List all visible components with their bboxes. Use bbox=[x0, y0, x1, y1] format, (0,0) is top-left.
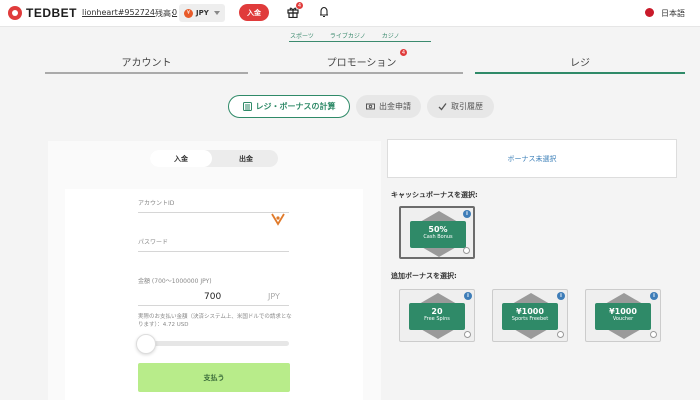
bonus-value: ¥1000 bbox=[516, 307, 544, 316]
bonus-label: Cash Bonus bbox=[423, 234, 453, 240]
additional-bonus-heading: 追加ボーナスを選択: bbox=[391, 272, 457, 280]
vera-john-logo-icon bbox=[271, 213, 285, 226]
deposit-button[interactable]: 入金 bbox=[239, 4, 269, 21]
promotion-count-badge: 4 bbox=[400, 49, 407, 56]
bonus-ticket: ¥1000 Voucher bbox=[595, 303, 651, 330]
bonus-card-cash[interactable]: 50% Cash Bonus i bbox=[399, 206, 475, 259]
bonus-ticket: 50% Cash Bonus bbox=[410, 221, 466, 248]
tab-cashier[interactable]: レジ bbox=[475, 50, 685, 74]
yen-icon: ¥ bbox=[184, 8, 193, 18]
cash-bonus-heading: キャッシュボーナスを選択: bbox=[391, 191, 478, 199]
gift-count-badge: 4 bbox=[296, 2, 303, 9]
bonus-radio[interactable] bbox=[463, 247, 470, 254]
amount-currency: JPY bbox=[268, 292, 280, 301]
info-icon[interactable]: i bbox=[463, 210, 471, 218]
chevron-down-icon bbox=[213, 11, 220, 15]
bonus-card-sports-freebet[interactable]: ¥1000 Sports Freebet i bbox=[492, 289, 568, 342]
cash-icon bbox=[366, 103, 375, 110]
bonus-value: ¥1000 bbox=[609, 307, 637, 316]
bonus-label: Voucher bbox=[612, 316, 634, 322]
bonus-radio[interactable] bbox=[464, 331, 471, 338]
amount-input[interactable]: 700 bbox=[204, 292, 221, 302]
language-selector[interactable]: 日本語 bbox=[661, 8, 685, 19]
password-label: パスワード bbox=[138, 239, 169, 246]
bonus-radio[interactable] bbox=[650, 331, 657, 338]
bonus-label: Free Spins bbox=[424, 316, 450, 322]
sub-navigation: スポーツ ライブカジノ カジノ bbox=[290, 31, 416, 40]
logo-text: TEDBET bbox=[26, 6, 77, 20]
bonus-label: Sports Freebet bbox=[511, 316, 549, 322]
japan-flag-icon[interactable] bbox=[645, 8, 654, 17]
check-icon bbox=[438, 103, 447, 111]
currency-label: JPY bbox=[196, 9, 209, 17]
calculator-icon bbox=[242, 102, 252, 111]
top-header: TEDBET lionheart#952724 残高: 0 ¥ JPY 入金 4… bbox=[0, 0, 700, 27]
bonus-select-box[interactable]: ボーナス未選択 bbox=[387, 139, 677, 178]
toggle-deposit[interactable]: 入金 bbox=[150, 150, 212, 167]
withdraw-request-button[interactable]: 出金申請 bbox=[356, 95, 421, 118]
cashier-calc-button[interactable]: レジ・ボーナスの計算 bbox=[228, 95, 350, 118]
subnav-casino[interactable]: カジノ bbox=[382, 31, 400, 40]
payment-note: 実際のお支払い金額（決済システム上、米国ドルでの請求となります）：4.72 US… bbox=[138, 314, 292, 328]
subnav-underline bbox=[289, 41, 431, 42]
cashier-calc-label: レジ・ボーナスの計算 bbox=[255, 102, 336, 111]
bonus-ticket: ¥1000 Sports Freebet bbox=[502, 303, 558, 330]
amount-label: 金額 (700～1000000 JPY) bbox=[138, 278, 212, 285]
subnav-live-casino[interactable]: ライブカジノ bbox=[330, 31, 366, 40]
currency-select[interactable]: ¥ JPY bbox=[179, 4, 225, 22]
subnav-sports[interactable]: スポーツ bbox=[290, 31, 314, 40]
bonus-value: 20 bbox=[431, 307, 443, 316]
withdraw-request-label: 出金申請 bbox=[379, 102, 411, 111]
info-icon[interactable]: i bbox=[650, 292, 658, 300]
toggle-withdraw[interactable]: 出金 bbox=[214, 150, 278, 167]
account-id-field[interactable] bbox=[138, 212, 289, 213]
account-id-label: アカウントID bbox=[138, 200, 175, 207]
pay-button[interactable]: 支払う bbox=[138, 363, 290, 392]
tab-promotion[interactable]: プロモーション bbox=[260, 50, 463, 74]
transaction-history-button[interactable]: 取引履歴 bbox=[427, 95, 494, 118]
tab-account[interactable]: アカウント bbox=[45, 50, 248, 74]
bonus-radio[interactable] bbox=[557, 331, 564, 338]
amount-slider-thumb[interactable] bbox=[136, 334, 156, 354]
tedbet-logo-icon bbox=[8, 6, 22, 20]
transaction-history-label: 取引履歴 bbox=[451, 102, 483, 111]
tedbet-logo[interactable]: TEDBET bbox=[8, 6, 77, 20]
user-id-link[interactable]: lionheart#952724 bbox=[82, 8, 155, 17]
bell-icon[interactable] bbox=[318, 6, 330, 18]
password-field[interactable] bbox=[138, 251, 289, 252]
balance-value: 0 bbox=[172, 8, 178, 17]
bonus-card-free-spins[interactable]: 20 Free Spins i bbox=[399, 289, 475, 342]
bonus-card-voucher[interactable]: ¥1000 Voucher i bbox=[585, 289, 661, 342]
info-icon[interactable]: i bbox=[557, 292, 565, 300]
bonus-value: 50% bbox=[428, 225, 448, 234]
bonus-ticket: 20 Free Spins bbox=[409, 303, 465, 330]
balance-label: 残高: bbox=[155, 9, 174, 18]
info-icon[interactable]: i bbox=[464, 292, 472, 300]
amount-underline bbox=[138, 305, 289, 306]
amount-slider-track[interactable] bbox=[138, 341, 289, 346]
